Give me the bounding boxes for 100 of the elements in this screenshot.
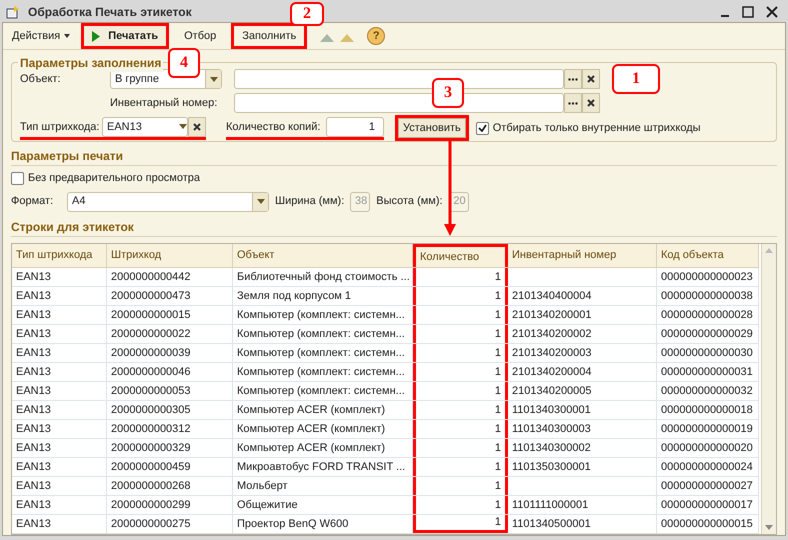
table-cell: 2101340200004 (508, 363, 657, 381)
table-cell: EAN13 (12, 325, 107, 343)
dropdown-icon (210, 76, 218, 82)
callout: 1 (612, 64, 660, 94)
table-cell: 000000000000027 (657, 477, 759, 495)
table-cell: 2000000000305 (107, 401, 233, 419)
field-label: Инвентарный номер: (110, 96, 218, 111)
column-header[interactable]: Объект (233, 244, 413, 267)
callout: 2 (290, 2, 324, 26)
maximize-icon[interactable] (742, 6, 754, 18)
dropdown-icon (256, 199, 264, 204)
column-header[interactable]: Тип штрихкода (12, 244, 107, 267)
window-icon (6, 5, 20, 19)
clear-icon (587, 99, 595, 108)
ellipsis-icon (568, 78, 578, 81)
callout: 4 (168, 48, 200, 78)
table-cell: Компьютер (комплект: системн... (233, 325, 413, 343)
play-icon (92, 30, 100, 42)
section-title: Параметры печати (11, 148, 124, 162)
checkbox-label: Отбирать только внутренние штрихкоды (492, 121, 701, 136)
table-cell: 2101340200003 (508, 344, 657, 362)
table-cell: 000000000000023 (657, 268, 759, 286)
table-cell: Библиотечный фонд стоимость ... (233, 268, 413, 286)
choose-button[interactable] (564, 93, 582, 114)
table-cell: EAN13 (12, 363, 107, 381)
toolbar-button[interactable]: Отбор (173, 23, 228, 50)
table-cell: 2000000000268 (107, 477, 233, 495)
scroll-down-icon[interactable] (765, 525, 773, 530)
caret-icon (64, 34, 70, 38)
clear-button[interactable] (582, 69, 600, 90)
table-cell: 2000000000473 (107, 287, 233, 305)
scrollbar[interactable] (761, 244, 776, 534)
column-header[interactable]: Инвентарный номер (508, 244, 657, 267)
table-cell: EAN13 (12, 477, 107, 495)
field-label: Ширина (мм): (275, 194, 344, 210)
field-label: Высота (мм): (376, 194, 443, 210)
table-cell: 1 (413, 344, 508, 362)
table-cell: 000000000000024 (657, 458, 759, 476)
barcode-type-select[interactable]: EAN13 (102, 116, 188, 137)
column-header[interactable]: Количество (413, 244, 508, 267)
table-cell: 2000000000275 (107, 515, 233, 533)
table-cell: 1101350300001 (508, 458, 657, 476)
format-select[interactable]: A4 (67, 192, 269, 212)
clear-icon (587, 75, 595, 84)
table-cell: 2000000000299 (107, 496, 233, 514)
actions-menu[interactable]: Действия (5, 23, 78, 50)
table-cell: 000000000000015 (657, 515, 759, 533)
section-title: Строки для этикеток (11, 220, 134, 234)
table-cell: 000000000000028 (657, 306, 759, 324)
table-cell: EAN13 (12, 458, 107, 476)
table-cell: 1 (413, 306, 508, 324)
column-header[interactable]: Код объекта (657, 244, 759, 267)
table-cell: 000000000000018 (657, 401, 759, 419)
table-cell: 2000000000312 (107, 420, 233, 438)
help-button[interactable]: ? (367, 27, 386, 46)
table-cell: 000000000000032 (657, 382, 759, 400)
column-header[interactable]: Штрихкод (107, 244, 233, 267)
copies-spinner[interactable]: 1 (326, 116, 384, 137)
set-button[interactable]: Установить (398, 118, 466, 138)
close-icon[interactable] (766, 6, 778, 18)
table-cell: EAN13 (12, 287, 107, 305)
table-cell: Компьютер ACER (комплект) (233, 439, 413, 457)
clear-button[interactable] (188, 116, 206, 137)
checkbox[interactable] (11, 172, 24, 185)
table-cell: 1101340300003 (508, 420, 657, 438)
table-cell: 1 (413, 287, 508, 305)
table-cell: 2000000000053 (107, 382, 233, 400)
table-cell: EAN13 (12, 344, 107, 362)
table-cell: Земля под корпусом 1 (233, 287, 413, 305)
dropdown-icon (179, 124, 187, 130)
table-cell: Мольберт (233, 477, 413, 495)
table-cell: EAN13 (12, 515, 107, 533)
table-cell: 2000000000039 (107, 344, 233, 362)
table-cell: 1 (413, 325, 508, 343)
field-label: Формат: (11, 194, 54, 210)
table-cell: 1 (413, 268, 508, 286)
table-cell: 2000000000459 (107, 458, 233, 476)
print-button[interactable]: Печатать (81, 23, 170, 50)
table-cell: Компьютер (комплект: системн... (233, 306, 413, 324)
clear-button[interactable] (582, 93, 600, 114)
field-label: Тип штрихкода: (20, 120, 100, 134)
table-cell: EAN13 (12, 306, 107, 324)
table-cell: 1 (413, 382, 508, 400)
table-cell: 2000000000022 (107, 325, 233, 343)
table-cell: 000000000000029 (657, 325, 759, 343)
table-cell: Компьютер (комплект: системн... (233, 382, 413, 400)
field-label: Количество копий: (226, 120, 322, 134)
clear-icon (193, 122, 201, 131)
table-cell: EAN13 (12, 439, 107, 457)
table-cell: 2101340200005 (508, 382, 657, 400)
table-cell: 000000000000017 (657, 496, 759, 514)
table-cell: Компьютер ACER (комплект) (233, 420, 413, 438)
checkbox[interactable] (476, 122, 489, 135)
table-cell: Проектор BenQ W600 (233, 515, 413, 533)
checkbox-label: Без предварительного просмотра (28, 171, 200, 186)
choose-button[interactable] (564, 69, 582, 90)
table-cell: 1 (413, 515, 508, 533)
table-cell: EAN13 (12, 420, 107, 438)
table-cell: 1 (413, 477, 508, 495)
table-cell: Компьютер (комплект: системн... (233, 363, 413, 381)
